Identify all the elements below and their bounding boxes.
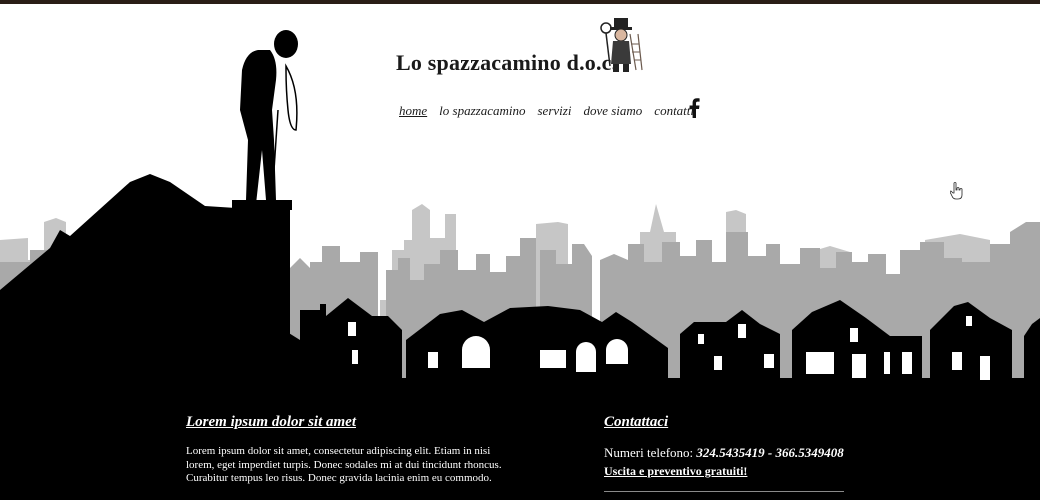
hand-cursor-icon <box>950 182 963 200</box>
site-title[interactable]: Lo spazzacamino d.o.c. <box>396 50 617 76</box>
nav-item-lo-spazzacamino[interactable]: lo spazzacamino <box>439 103 525 119</box>
about-section: Lorem ipsum dolor sit amet Lorem ipsum d… <box>186 414 516 486</box>
contact-divider <box>604 491 844 492</box>
nav-item-home[interactable]: home <box>399 103 427 119</box>
about-heading: Lorem ipsum dolor sit amet <box>186 414 357 430</box>
phone-numbers[interactable]: 324.5435419 - 366.5349408 <box>696 445 843 460</box>
about-text: Lorem ipsum dolor sit amet, consectetur … <box>186 445 502 484</box>
facebook-icon[interactable] <box>688 98 700 118</box>
contact-heading: Contattaci <box>604 414 669 430</box>
chimney-sweep-figure <box>240 30 298 204</box>
phone-label: Numeri telefono: <box>604 445 694 460</box>
phone-line: Numeri telefono: 324.5435419 - 366.53494… <box>604 445 904 461</box>
nav-item-servizi[interactable]: servizi <box>537 103 571 119</box>
chimney-sweep-logo-icon[interactable] <box>600 16 644 74</box>
main-nav: home lo spazzacamino servizi dove siamo … <box>399 103 706 119</box>
nav-item-dove-siamo[interactable]: dove siamo <box>583 103 642 119</box>
contact-section: Contattaci Numeri telefono: 324.5435419 … <box>604 414 904 479</box>
promo-text: Uscita e preventivo gratuiti! <box>604 464 748 478</box>
